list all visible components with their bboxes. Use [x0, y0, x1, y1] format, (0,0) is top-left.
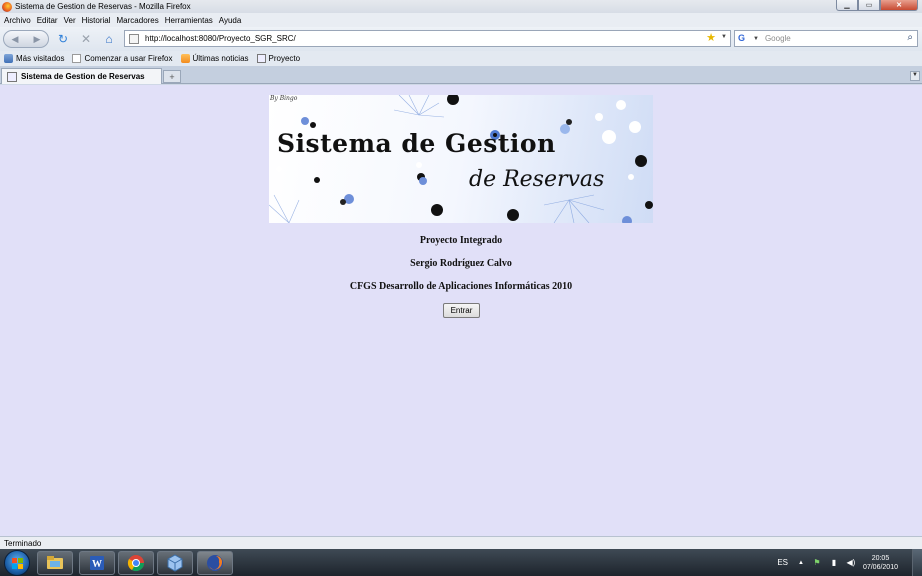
- bookmark-mas-visitados[interactable]: Más visitados: [4, 54, 64, 63]
- tab-active[interactable]: Sistema de Gestion de Reservas: [1, 68, 162, 84]
- clock-date: 07/06/2010: [862, 563, 898, 571]
- explorer-icon: [47, 556, 63, 569]
- bookmark-label: Más visitados: [16, 54, 65, 63]
- page-content: By Bingo Sistema de Gestion de Reservas …: [0, 85, 922, 536]
- banner-signature: By Bingo: [270, 95, 298, 102]
- start-button[interactable]: [4, 550, 30, 576]
- list-all-tabs-icon[interactable]: ▼: [910, 71, 920, 81]
- address-bar[interactable]: http://localhost:8080/Proyecto_SGR_SRC/ …: [124, 30, 731, 47]
- home-icon[interactable]: ⌂: [100, 30, 118, 48]
- menu-marcadores[interactable]: Marcadores: [117, 16, 159, 25]
- menu-archivo[interactable]: Archivo: [4, 16, 31, 25]
- banner-image: By Bingo Sistema de Gestion de Reservas: [269, 95, 653, 223]
- entrar-button[interactable]: Entrar: [443, 303, 480, 318]
- status-text: Terminado: [4, 538, 42, 548]
- course-name: CFGS Desarrollo de Aplicaciones Informát…: [349, 281, 573, 292]
- window-title: Sistema de Gestion de Reservas - Mozilla…: [15, 2, 191, 11]
- virtualbox-icon: [167, 554, 183, 572]
- status-bar: Terminado: [0, 536, 922, 549]
- language-indicator[interactable]: ES: [777, 558, 788, 567]
- stop-icon[interactable]: ✕: [77, 30, 95, 48]
- window-controls: ▁ ▭ ✕: [836, 0, 918, 11]
- reload-icon[interactable]: ↻: [54, 30, 72, 48]
- project-title: Proyecto Integrado: [419, 235, 503, 246]
- bookmark-label: Últimas noticias: [192, 54, 249, 63]
- project-favicon-icon: [256, 54, 266, 63]
- banner-title-line1: Sistema de Gestion: [277, 129, 556, 158]
- word-icon: W: [90, 556, 104, 570]
- banner-title-line2: de Reservas: [469, 167, 605, 192]
- bookmark-label: Comenzar a usar Firefox: [84, 54, 173, 63]
- tab-strip: Sistema de Gestion de Reservas + ▼: [0, 66, 922, 84]
- url-text: http://localhost:8080/Proyecto_SGR_SRC/: [145, 34, 296, 43]
- clock-time: 20:05: [871, 554, 890, 562]
- clock[interactable]: 20:05 07/06/2010: [863, 554, 898, 572]
- firefox-icon: [2, 1, 12, 12]
- volume-icon[interactable]: ◀): [846, 558, 856, 567]
- smart-bookmark-icon: [4, 54, 13, 63]
- menu-bar: Archivo Editar Ver Historial Marcadores …: [0, 13, 922, 27]
- google-icon[interactable]: G: [738, 33, 752, 44]
- taskbar-virtualbox[interactable]: [157, 551, 193, 575]
- taskbar: W ES ▲ ⚑ ▮ ◀) 20:05 07/06/2010: [0, 549, 922, 576]
- show-desktop-button[interactable]: [912, 549, 922, 576]
- taskbar-explorer[interactable]: [37, 551, 73, 575]
- search-bar[interactable]: G ▼ Google ⌕: [734, 30, 918, 47]
- menu-herramientas[interactable]: Herramientas: [165, 16, 213, 25]
- windows-logo-icon: [11, 557, 23, 569]
- svg-text:W: W: [92, 559, 102, 570]
- menu-ver[interactable]: Ver: [64, 16, 76, 25]
- tab-favicon-icon: [7, 71, 17, 82]
- title-bar: Sistema de Gestion de Reservas - Mozilla…: [0, 0, 922, 13]
- back-arrow-icon[interactable]: ◀: [12, 34, 19, 45]
- search-engine-dropdown-icon[interactable]: ▼: [753, 36, 759, 42]
- show-hidden-icons-icon[interactable]: ▲: [798, 560, 804, 566]
- bookmark-comenzar[interactable]: Comenzar a usar Firefox: [72, 54, 173, 63]
- url-dropdown-icon[interactable]: ▼: [721, 34, 727, 40]
- menu-ayuda[interactable]: Ayuda: [219, 16, 242, 25]
- menu-historial[interactable]: Historial: [82, 16, 111, 25]
- banner-decoration: [269, 95, 653, 223]
- search-placeholder: Google: [764, 34, 791, 43]
- maximize-button[interactable]: ▭: [858, 0, 880, 11]
- rss-feed-icon: [180, 54, 190, 63]
- back-forward-group: ◀ ▶: [3, 30, 49, 48]
- minimize-button[interactable]: ▁: [836, 0, 858, 11]
- chrome-icon: [127, 555, 145, 572]
- page-icon: [72, 54, 82, 63]
- bookmark-ultimas-noticias[interactable]: Últimas noticias: [180, 54, 249, 63]
- network-icon[interactable]: ▮: [829, 558, 839, 567]
- author-name: Sergio Rodríguez Calvo: [410, 258, 512, 269]
- bookmarks-toolbar: Más visitados Comenzar a usar Firefox Úl…: [0, 51, 922, 66]
- new-tab-button[interactable]: +: [163, 70, 181, 83]
- firefox-icon: [207, 555, 223, 571]
- taskbar-chrome[interactable]: [118, 551, 154, 575]
- tab-label: Sistema de Gestion de Reservas: [21, 72, 145, 81]
- close-button[interactable]: ✕: [880, 0, 918, 11]
- forward-arrow-icon[interactable]: ▶: [34, 34, 41, 45]
- bookmark-star-icon[interactable]: ★: [706, 31, 716, 44]
- page-favicon-icon: [129, 33, 139, 44]
- navigation-toolbar: ◀ ▶ ↻ ✕ ⌂ http://localhost:8080/Proyecto…: [0, 27, 922, 51]
- bookmark-proyecto[interactable]: Proyecto: [256, 54, 301, 63]
- taskbar-word[interactable]: W: [79, 551, 115, 575]
- search-icon[interactable]: ⌕: [907, 32, 913, 43]
- taskbar-firefox[interactable]: [197, 551, 233, 575]
- menu-editar[interactable]: Editar: [37, 16, 58, 25]
- bookmark-label: Proyecto: [268, 54, 301, 63]
- system-tray: ES ▲ ⚑ ▮ ◀) 20:05 07/06/2010: [777, 549, 922, 576]
- action-center-flag-icon[interactable]: ⚑: [812, 558, 822, 567]
